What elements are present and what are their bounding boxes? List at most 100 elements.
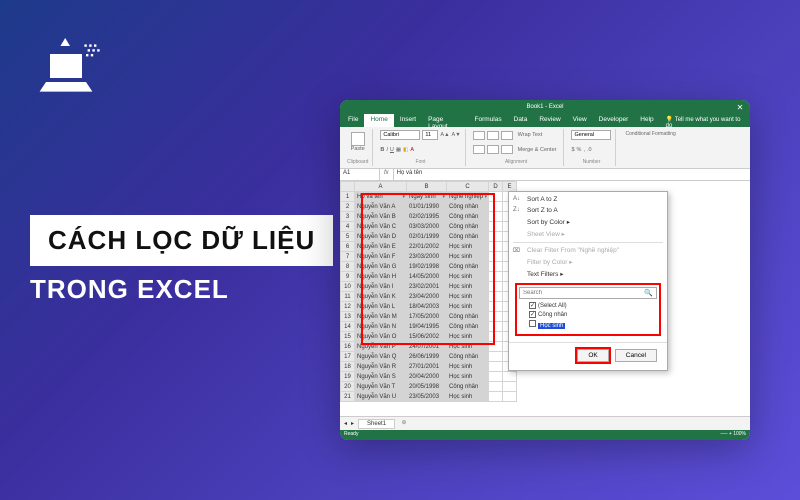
number-format-select[interactable]: [571, 130, 611, 140]
col-header-a[interactable]: A: [355, 182, 407, 192]
cell-name[interactable]: Nguyễn Văn S: [355, 372, 407, 382]
tab-data[interactable]: Data: [508, 114, 534, 127]
row-header[interactable]: 5: [341, 232, 355, 242]
row-header[interactable]: 12: [341, 302, 355, 312]
cell[interactable]: [503, 382, 517, 392]
cell[interactable]: [489, 232, 503, 242]
checkbox-icon[interactable]: [529, 320, 536, 327]
checkbox-icon[interactable]: ✓: [529, 302, 536, 309]
cell-dob[interactable]: 17/05/2000: [407, 312, 447, 322]
row-header[interactable]: 21: [341, 392, 355, 402]
merge-center-button[interactable]: Merge & Center: [515, 145, 560, 155]
align-middle-icon[interactable]: [487, 131, 499, 140]
cell-dob[interactable]: 20/04/2000: [407, 372, 447, 382]
window-titlebar[interactable]: Book1 - Excel ✕: [340, 100, 750, 114]
cell-job[interactable]: Công nhân: [447, 352, 489, 362]
cell-dob[interactable]: 22/01/2002: [407, 242, 447, 252]
cell[interactable]: [489, 342, 503, 352]
cell[interactable]: [489, 202, 503, 212]
cell-name[interactable]: Nguyễn Văn E: [355, 242, 407, 252]
cancel-button[interactable]: Cancel: [615, 349, 657, 362]
sort-color-button[interactable]: Sort by Color ▸: [509, 216, 667, 228]
row-header[interactable]: 19: [341, 372, 355, 382]
grid[interactable]: A B C D E 1 Họ và tên Ngày sinh Nghề ngh…: [340, 181, 517, 402]
row-header[interactable]: 8: [341, 262, 355, 272]
cell-dob[interactable]: 19/04/1995: [407, 322, 447, 332]
cell[interactable]: [489, 192, 503, 202]
row-header[interactable]: 2: [341, 202, 355, 212]
conditional-formatting-button[interactable]: Conditional Formatting: [623, 130, 677, 140]
wrap-text-button[interactable]: Wrap Text: [515, 130, 546, 140]
cell-name[interactable]: Nguyễn Văn T: [355, 382, 407, 392]
row-header[interactable]: 6: [341, 242, 355, 252]
tab-view[interactable]: View: [567, 114, 593, 127]
row-header[interactable]: 14: [341, 322, 355, 332]
ok-button[interactable]: OK: [577, 349, 608, 362]
cell-name[interactable]: Nguyễn Văn F: [355, 252, 407, 262]
col-header-e[interactable]: E: [503, 182, 517, 192]
row-header-1[interactable]: 1: [341, 192, 355, 202]
cell-name[interactable]: Nguyễn Văn O: [355, 332, 407, 342]
close-icon[interactable]: ✕: [730, 100, 750, 114]
row-header[interactable]: 10: [341, 282, 355, 292]
cell[interactable]: [489, 282, 503, 292]
align-top-icon[interactable]: [473, 131, 485, 140]
cell-job[interactable]: Học sinh: [447, 342, 489, 352]
cell-dob[interactable]: 24/07/2001: [407, 342, 447, 352]
cell[interactable]: [489, 392, 503, 402]
cell-name[interactable]: Nguyễn Văn G: [355, 262, 407, 272]
align-left-icon[interactable]: [473, 145, 485, 154]
cell-name[interactable]: Nguyễn Văn M: [355, 312, 407, 322]
row-header[interactable]: 7: [341, 252, 355, 262]
cell-job[interactable]: Học sinh: [447, 242, 489, 252]
paste-button[interactable]: Paste: [347, 130, 368, 154]
col-header-c[interactable]: C: [447, 182, 489, 192]
align-center-icon[interactable]: [487, 145, 499, 154]
cell-job[interactable]: Công nhân: [447, 262, 489, 272]
font-color-icon[interactable]: A: [410, 147, 414, 153]
fill-color-icon[interactable]: ◧: [403, 147, 408, 153]
filter-check-item[interactable]: ✓(Select All): [529, 301, 657, 310]
select-all-corner[interactable]: [341, 182, 355, 192]
cell-name[interactable]: Nguyễn Văn I: [355, 282, 407, 292]
currency-icon[interactable]: $: [571, 147, 574, 153]
cell-job[interactable]: Công nhân: [447, 382, 489, 392]
tab-review[interactable]: Review: [533, 114, 566, 127]
row-header[interactable]: 13: [341, 312, 355, 322]
cell[interactable]: [489, 332, 503, 342]
row-header[interactable]: 9: [341, 272, 355, 282]
cell[interactable]: [489, 352, 503, 362]
cell-name[interactable]: Nguyễn Văn P: [355, 342, 407, 352]
sheet-tab-active[interactable]: Sheet1: [358, 419, 395, 429]
tab-formulas[interactable]: Formulas: [469, 114, 508, 127]
row-header[interactable]: 4: [341, 222, 355, 232]
cell-job[interactable]: Công nhân: [447, 202, 489, 212]
tab-insert[interactable]: Insert: [394, 114, 422, 127]
col-header-b[interactable]: B: [407, 182, 447, 192]
add-sheet-button[interactable]: ⊕: [399, 419, 409, 429]
cell-job[interactable]: Học sinh: [447, 392, 489, 402]
cell-name[interactable]: Nguyễn Văn Q: [355, 352, 407, 362]
cell[interactable]: [489, 272, 503, 282]
row-header[interactable]: 3: [341, 212, 355, 222]
bold-button[interactable]: B: [380, 147, 384, 153]
percent-icon[interactable]: %: [577, 147, 582, 153]
cell-job[interactable]: Học sinh: [447, 362, 489, 372]
cell[interactable]: [489, 302, 503, 312]
sort-asc-button[interactable]: A↓Sort A to Z: [509, 194, 667, 205]
cell-job[interactable]: Công nhân: [447, 312, 489, 322]
cell-name[interactable]: Nguyễn Văn K: [355, 292, 407, 302]
cell-job[interactable]: Công nhân: [447, 322, 489, 332]
cell[interactable]: [503, 372, 517, 382]
cell-dob[interactable]: 27/01/2001: [407, 362, 447, 372]
cell[interactable]: [489, 312, 503, 322]
cell-name[interactable]: Nguyễn Văn A: [355, 202, 407, 212]
cell[interactable]: [503, 392, 517, 402]
cell-dob[interactable]: 18/04/2003: [407, 302, 447, 312]
text-filters-button[interactable]: Text Filters ▸: [509, 268, 667, 280]
header-cell-dob[interactable]: Ngày sinh: [407, 192, 447, 202]
align-right-icon[interactable]: [501, 145, 513, 154]
row-header[interactable]: 17: [341, 352, 355, 362]
sort-desc-button[interactable]: Z↓Sort Z to A: [509, 205, 667, 216]
filter-check-item[interactable]: ✓Công nhân: [529, 310, 657, 319]
